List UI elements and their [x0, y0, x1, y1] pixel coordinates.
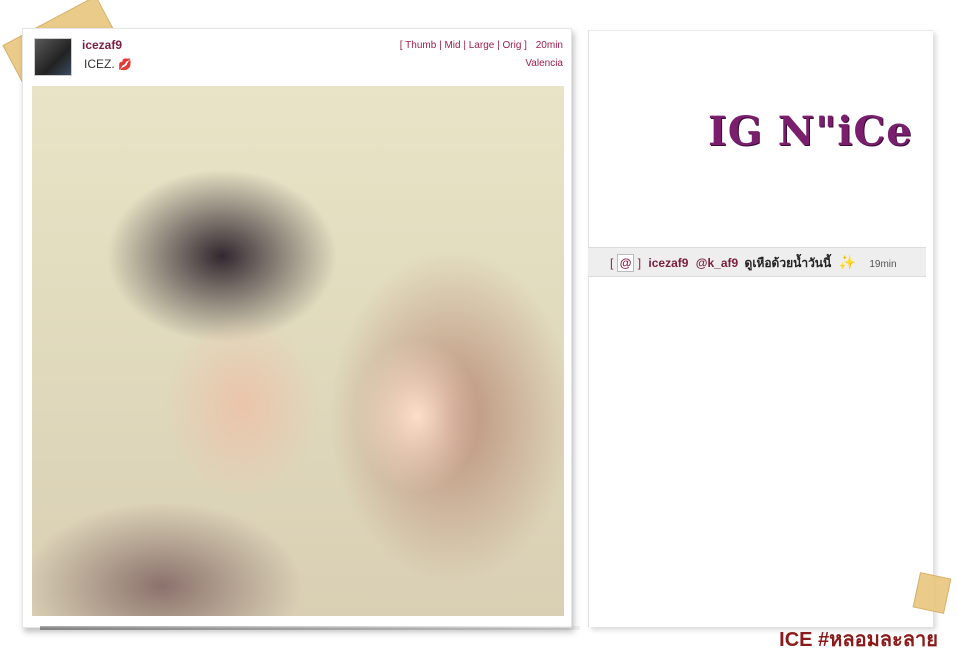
size-link-orig[interactable]: Orig [503, 40, 522, 51]
size-link-thumb[interactable]: Thumb [405, 40, 436, 51]
at-reply-icon[interactable]: @ [616, 254, 635, 272]
footer-hashtag: ICE #หลอมละลาย [779, 629, 938, 651]
post-age: 20min [535, 40, 563, 51]
size-link-mid[interactable]: Mid [444, 40, 460, 51]
comment-mention[interactable]: @k_af9 [696, 256, 738, 270]
comment-time: 19min [869, 259, 897, 270]
size-links: [ Thumb | Mid | Large | Orig ] 20min [399, 40, 563, 51]
lips-icon: 💋 [118, 59, 132, 71]
brand-logo: IG N"iCe [708, 108, 913, 155]
size-link-large[interactable]: Large [469, 40, 495, 51]
post-caption: ICEZ. 💋 [84, 57, 132, 71]
comment-user[interactable]: icezaf9 [648, 256, 688, 270]
card-shadow [40, 626, 580, 630]
post-location[interactable]: Valencia [525, 58, 563, 69]
comment-row: [ @ ] icezaf9 @k_af9 ดูเหือด้วยน้ำวันนี้… [588, 247, 926, 277]
comment-text: ดูเหือด้วยน้ำวันนี้ [744, 256, 832, 270]
avatar[interactable] [34, 38, 72, 76]
post-username[interactable]: icezaf9 [82, 38, 122, 52]
post-photo[interactable] [32, 86, 564, 616]
sparkle-icon: ✨ [838, 254, 856, 270]
caption-text: ICEZ. [84, 57, 115, 71]
tape-decoration-corner [912, 572, 952, 614]
